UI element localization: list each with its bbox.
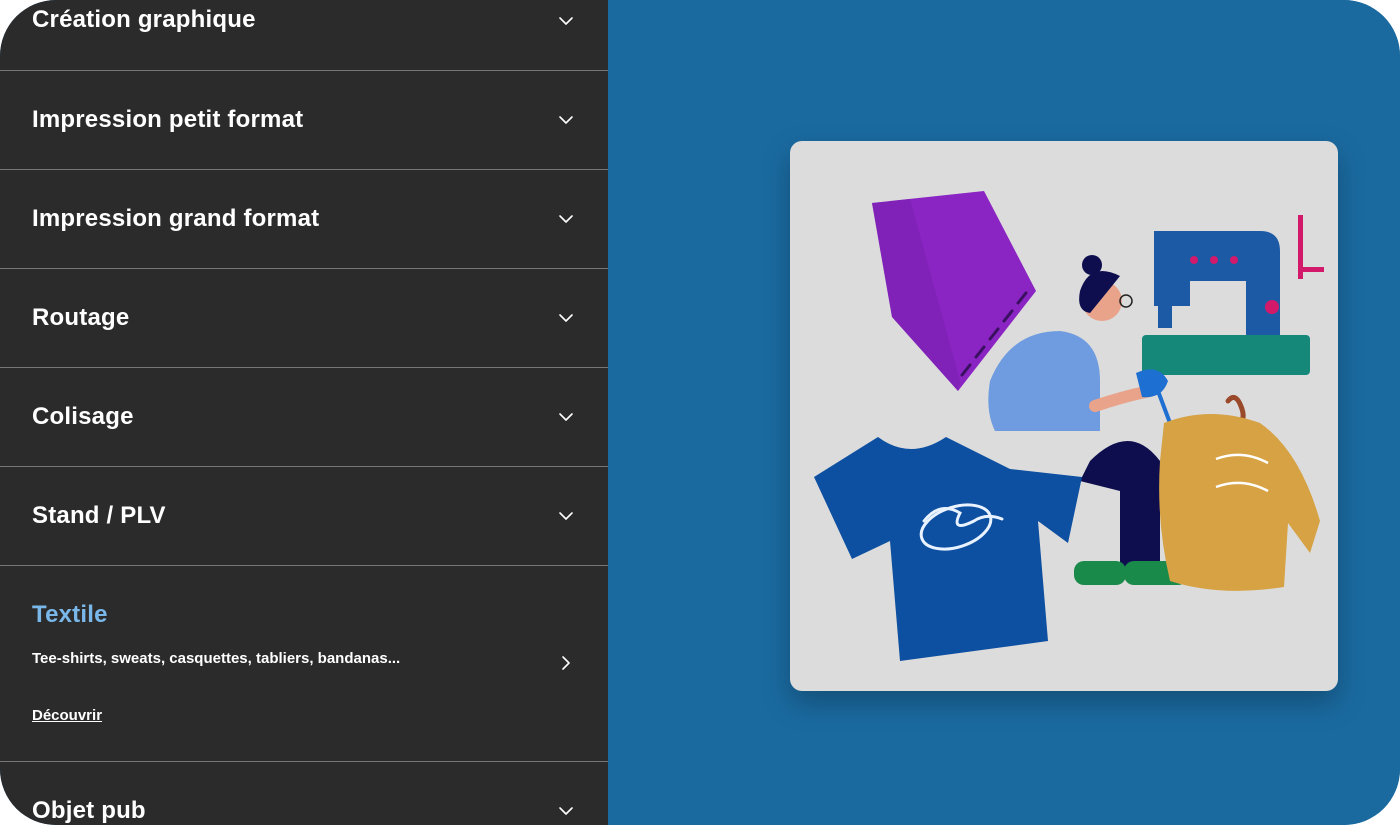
menu-item-label: Stand / PLV [32, 502, 166, 529]
chevron-down-icon [558, 409, 574, 425]
menu-item-label: Routage [32, 304, 130, 331]
menu-item-label: Création graphique [32, 6, 256, 33]
chevron-right-icon [558, 655, 574, 671]
menu-item-label: Impression petit format [32, 106, 304, 133]
menu-item-colisage[interactable]: Colisage [0, 368, 608, 467]
textile-description: Tee-shirts, sweats, casquettes, tabliers… [32, 650, 401, 667]
sewing-machine [1142, 215, 1324, 375]
menu-item-label: Colisage [32, 403, 134, 430]
menu-item-label: Impression grand format [32, 205, 320, 232]
mustard-sweater [1159, 394, 1320, 591]
menu-item-routage[interactable]: Routage [0, 269, 608, 368]
menu-item-objet-pub[interactable]: Objet pub [0, 762, 608, 825]
textile-illustration-card [790, 141, 1338, 691]
blue-tshirt [814, 437, 1082, 661]
menu-item-label: Objet pub [32, 797, 146, 824]
chevron-down-icon [558, 112, 574, 128]
menu-item-impression-petit-format[interactable]: Impression petit format [0, 71, 608, 170]
chevron-down-icon [558, 310, 574, 326]
menu-item-impression-grand-format[interactable]: Impression grand format [0, 170, 608, 269]
menu-item-creation-graphique[interactable]: Création graphique [0, 0, 608, 71]
textile-illustration [814, 191, 1324, 661]
chevron-down-icon [558, 508, 574, 524]
menu-item-stand-plv[interactable]: Stand / PLV [0, 467, 608, 566]
service-menu: Création graphique Impression petit form… [0, 0, 608, 825]
discover-link[interactable]: Découvrir [32, 707, 102, 724]
chevron-down-icon [558, 211, 574, 227]
app-frame: Création graphique Impression petit form… [0, 0, 1400, 825]
chevron-down-icon [558, 13, 574, 29]
menu-item-label: Textile [32, 601, 108, 628]
chevron-down-icon [558, 803, 574, 819]
